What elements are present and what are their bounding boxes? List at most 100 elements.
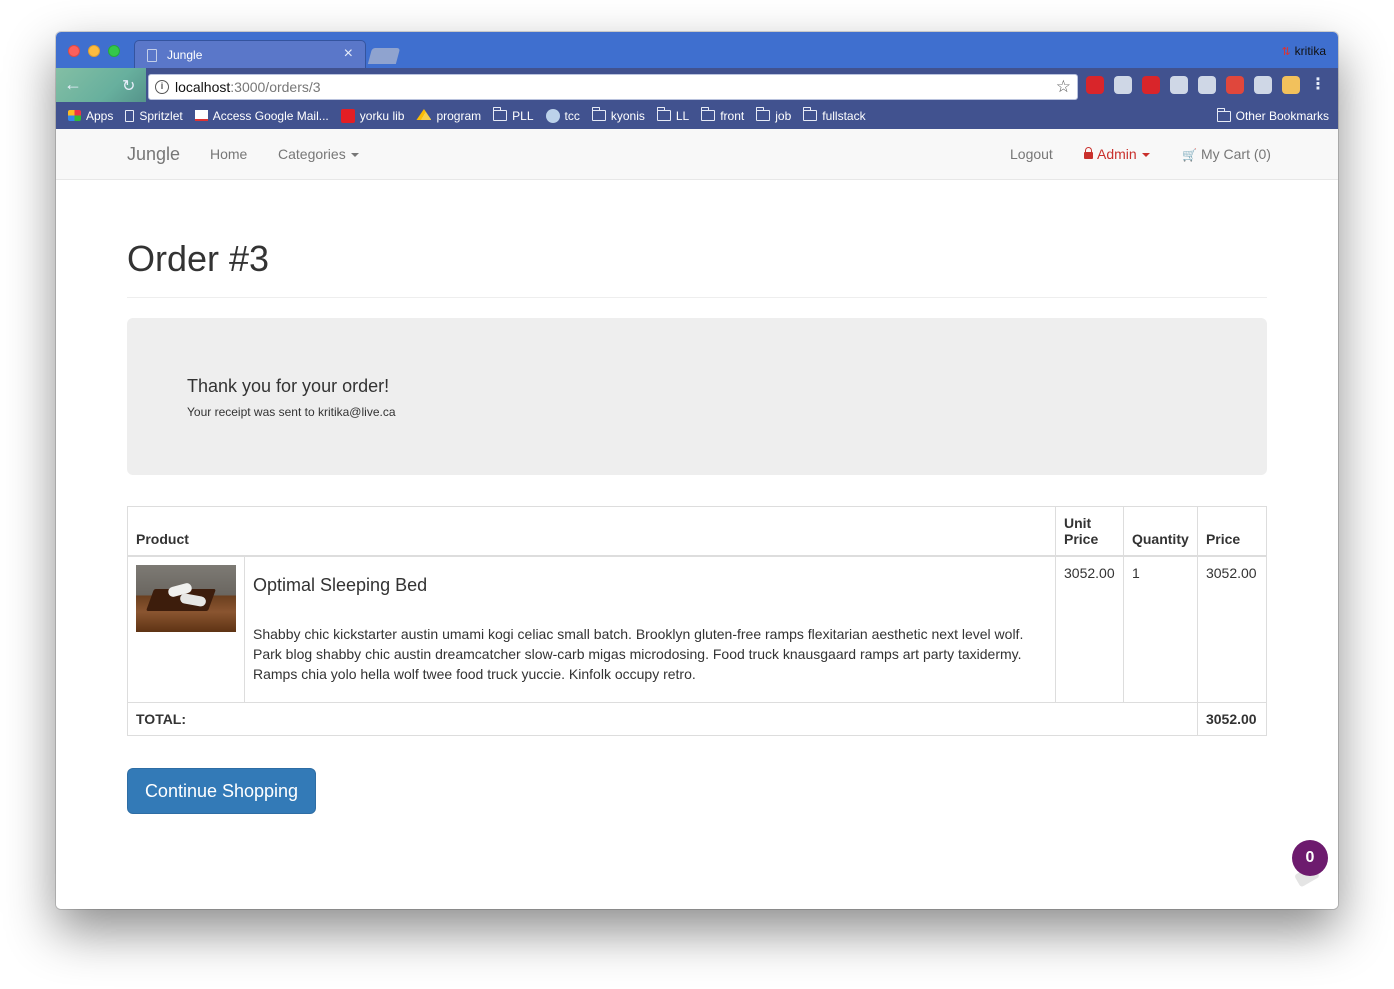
admin-label: Admin — [1097, 146, 1137, 162]
bookmark-label: job — [775, 108, 792, 123]
profile-button[interactable]: ⇅ kritika — [1281, 44, 1326, 58]
nav-categories[interactable]: Categories — [278, 146, 359, 162]
continue-shopping-button[interactable]: Continue Shopping — [127, 768, 316, 814]
extension-icon[interactable] — [1226, 76, 1244, 94]
bookmark-label: front — [720, 108, 745, 123]
unit-price-cell: 3052.00 — [1055, 555, 1124, 703]
extension-icons — [1086, 76, 1300, 94]
table-header-row: Product Unit Price Quantity Price — [127, 506, 1268, 557]
browser-menu-icon[interactable]: ⋮ — [1310, 74, 1326, 94]
divider — [127, 297, 1267, 298]
folder-icon — [803, 107, 818, 121]
bookmark-item[interactable]: PLL — [493, 107, 534, 123]
extension-icon[interactable] — [1086, 76, 1104, 94]
tab-strip: Jungle × ⇅ kritika — [56, 32, 1338, 70]
thank-you-heading: Thank you for your order! — [187, 376, 390, 396]
bookmark-label: tcc — [564, 108, 580, 123]
gmail-icon — [194, 110, 208, 121]
browser-toolbar: ← ↻ i localhost:3000/orders/3 ☆ ⋮ — [56, 68, 1338, 132]
header-product: Product — [127, 506, 1056, 557]
hn-icon — [545, 108, 560, 123]
other-bookmarks-label: Other Bookmarks — [1235, 109, 1329, 123]
url-text[interactable]: localhost:3000/orders/3 — [175, 79, 321, 95]
tab-close-icon[interactable]: × — [344, 45, 353, 63]
folder-icon — [756, 107, 771, 121]
cart-label: My Cart (0) — [1200, 146, 1271, 162]
nav-cart[interactable]: 🛒 My Cart (0) — [1182, 146, 1271, 162]
bookmark-item[interactable]: front — [701, 107, 745, 123]
profile-icon: ⇅ — [1281, 46, 1291, 58]
url-path: :3000/orders/3 — [230, 79, 321, 95]
product-image[interactable] — [136, 565, 236, 632]
folder-icon — [591, 107, 606, 121]
chevron-down-icon — [350, 153, 359, 158]
brand-link[interactable]: Jungle — [127, 144, 180, 165]
extension-icon[interactable] — [1282, 76, 1300, 94]
extension-icon[interactable] — [1254, 76, 1272, 94]
bookmark-item[interactable]: Apps — [68, 109, 113, 123]
bookmark-item[interactable]: kyonis — [591, 107, 645, 123]
bookmark-star-icon[interactable]: ☆ — [1056, 77, 1071, 97]
total-label: TOTAL: — [127, 702, 1198, 736]
zoom-window-button[interactable] — [108, 45, 120, 57]
quantity-cell: 1 — [1122, 555, 1198, 703]
bookmark-item[interactable]: fullstack — [803, 107, 866, 123]
bookmark-item[interactable]: tcc — [545, 108, 580, 123]
header-unit-price: Unit Price — [1055, 506, 1124, 557]
folder-icon — [1216, 107, 1231, 122]
cart-icon: 🛒 — [1182, 148, 1197, 162]
page-icon — [125, 109, 135, 122]
nav-admin[interactable]: Admin — [1084, 146, 1150, 162]
page-icon — [147, 49, 157, 62]
profile-name: kritika — [1294, 44, 1326, 58]
tab-jungle[interactable]: Jungle × — [134, 40, 366, 70]
tab-title: Jungle — [167, 48, 203, 62]
total-value: 3052.00 — [1196, 702, 1268, 736]
new-tab-button[interactable] — [367, 48, 401, 64]
lock-icon — [1084, 147, 1093, 159]
bookmark-label: PLL — [512, 108, 534, 123]
page-title: Order #3 — [127, 238, 270, 279]
bookmark-label: kyonis — [610, 108, 645, 123]
bookmark-label: Access Google Mail... — [212, 108, 329, 123]
address-bar[interactable]: i localhost:3000/orders/3 ☆ — [148, 74, 1078, 100]
extension-icon[interactable] — [1114, 76, 1132, 94]
reload-icon[interactable]: ↻ — [122, 76, 135, 96]
close-window-button[interactable] — [68, 45, 80, 57]
header-price: Price — [1196, 506, 1268, 557]
apps-grid-icon — [68, 110, 81, 121]
web-page: Jungle Home Categories Logout Admin 🛒 My … — [56, 129, 1338, 909]
bookmark-item[interactable]: Access Google Mail... — [194, 108, 329, 123]
bookmark-label: fullstack — [822, 108, 866, 123]
total-row: TOTAL: 3052.00 — [127, 702, 1268, 736]
bookmark-item[interactable]: LL — [656, 107, 690, 123]
site-navbar: Jungle Home Categories Logout Admin 🛒 My … — [56, 129, 1338, 180]
bookmark-item[interactable]: program — [416, 109, 481, 123]
folder-icon — [656, 107, 671, 121]
bookmark-item[interactable]: job — [756, 107, 792, 123]
header-quantity: Quantity — [1122, 506, 1198, 557]
info-icon[interactable]: i — [155, 80, 169, 94]
url-host: localhost — [175, 79, 231, 95]
order-table: Product Unit Price Quantity Price Optima… — [127, 506, 1268, 736]
extension-icon[interactable] — [1170, 76, 1188, 94]
other-bookmarks[interactable]: Other Bookmarks — [1216, 107, 1329, 123]
minimize-window-button[interactable] — [88, 45, 100, 57]
receipt-text: Your receipt was sent to kritika@live.ca — [187, 405, 396, 419]
product-image-cell — [127, 555, 245, 703]
extension-icon[interactable] — [1198, 76, 1216, 94]
bookmark-item[interactable]: Spritzlet — [125, 108, 183, 123]
back-arrow-icon[interactable]: ← — [64, 74, 82, 95]
bookmark-label: LL — [675, 108, 690, 123]
bookmark-label: program — [436, 108, 482, 123]
bookmark-label: yorku lib — [359, 108, 405, 123]
bookmark-label: Spritzlet — [139, 108, 183, 123]
bookmark-item[interactable]: yorku lib — [340, 108, 405, 123]
price-cell: 3052.00 — [1196, 555, 1268, 703]
product-name: Optimal Sleeping Bed — [253, 575, 428, 595]
drive-icon — [416, 109, 432, 121]
extension-icon[interactable] — [1142, 76, 1160, 94]
nav-logout[interactable]: Logout — [1010, 146, 1053, 162]
nav-home[interactable]: Home — [210, 146, 247, 162]
notification-badge[interactable]: 0 — [1292, 840, 1328, 876]
